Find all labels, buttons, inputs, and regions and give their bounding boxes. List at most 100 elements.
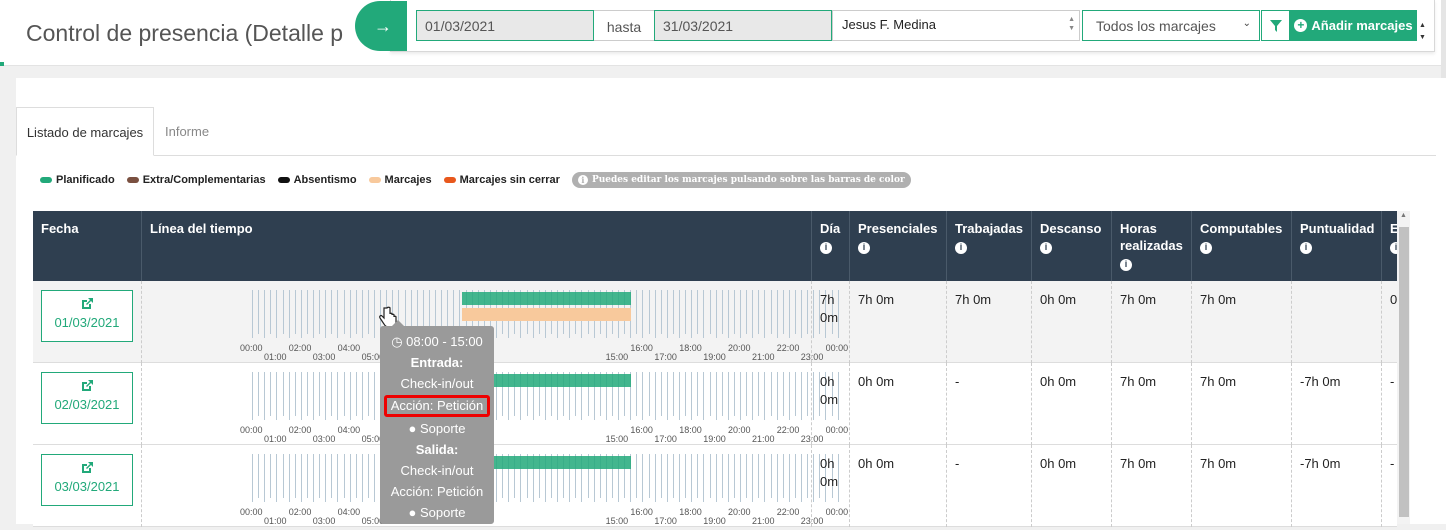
timeline-tick (306, 454, 308, 498)
timeline-tick (252, 290, 253, 338)
timeline-tick (270, 290, 272, 334)
timeline-tick (764, 372, 766, 420)
date-edit-button[interactable]: 01/03/2021 (41, 290, 133, 342)
spinner-icon[interactable]: ▲ ▼ (1068, 15, 1075, 33)
timeline-tick (727, 290, 729, 338)
timeline-tick (343, 372, 345, 416)
cell-presenciales: 0h 0m (849, 445, 946, 527)
cell-fecha: 01/03/2021 (33, 281, 141, 363)
go-button[interactable]: → (355, 1, 407, 51)
timeline-tick (758, 454, 760, 498)
timeline-tick (764, 290, 766, 338)
timeline-tick (672, 454, 674, 498)
timeline-tick (648, 454, 650, 498)
timeline-tick (733, 290, 735, 334)
hour-label: 01:00 (264, 516, 287, 526)
timeline-tick (660, 372, 662, 416)
date-edit-button[interactable]: 03/03/2021 (41, 454, 133, 506)
timeline-tick (319, 454, 321, 498)
timeline-tick (770, 454, 772, 498)
marcajes-bar[interactable] (462, 308, 631, 321)
date-label: 01/03/2021 (54, 315, 120, 330)
legend: Planificado Extra/Complementarias Absent… (40, 172, 911, 188)
date-edit-button[interactable]: 02/03/2021 (41, 372, 133, 424)
right-spinner-icon[interactable]: ▲ ▼ (1419, 20, 1426, 44)
timeline-tick (325, 372, 327, 420)
timeline-tick (740, 454, 741, 502)
timeline-tick (801, 290, 802, 338)
info-icon[interactable]: i (820, 241, 832, 254)
timeline-tick (374, 454, 375, 502)
info-icon[interactable]: i (1200, 241, 1212, 254)
timeline-tick (252, 372, 253, 420)
timeline-tick (288, 290, 290, 338)
timeline-tick (276, 372, 278, 420)
timeline-tick (703, 372, 705, 420)
timeline-tick (642, 454, 644, 502)
add-marcajes-label: Añadir marcajes (1311, 18, 1413, 33)
timeline-tick (654, 290, 656, 338)
timeline-tick (770, 372, 772, 416)
timeline-tick (306, 290, 308, 334)
add-marcajes-button[interactable]: + Añadir marcajes (1290, 10, 1417, 41)
planificado-bar[interactable] (462, 292, 631, 305)
legend-item: Marcajes sin cerrar (443, 174, 560, 186)
timeline-tick (672, 372, 674, 416)
timeline-tick (636, 454, 638, 498)
timeline-tick (721, 290, 723, 334)
legend-item: Planificado (40, 174, 115, 186)
timeline-tick (721, 454, 723, 498)
timeline-tick (270, 454, 272, 498)
info-icon[interactable]: i (1300, 241, 1312, 254)
legend-swatch (368, 177, 381, 183)
employee-select[interactable]: Jesus F. Medina ▲ ▼ (832, 10, 1080, 41)
scroll-up-icon[interactable]: ▲ (1400, 212, 1407, 219)
marcajes-select[interactable]: Todos los marcajes ⌄ (1082, 10, 1260, 41)
timeline-tick (660, 454, 662, 498)
location-pin-icon: ● (408, 505, 417, 520)
col-computables: Computables i (1191, 211, 1291, 281)
hour-label: 17:00 (654, 516, 677, 526)
timeline-tick (752, 454, 754, 502)
table-scrollbar-thumb[interactable] (1399, 227, 1409, 517)
tab-divider (16, 155, 1436, 156)
tab-informe[interactable]: Informe (165, 124, 209, 139)
cell-trabajadas: - (946, 445, 1031, 527)
timeline-tick (703, 454, 705, 502)
timeline-tick (325, 454, 327, 502)
cell-puntualidad: -7h 0m (1291, 445, 1381, 527)
cell-presenciales: 0h 0m (849, 363, 946, 445)
timeline-tick (325, 290, 327, 338)
hour-label: 20:00 (728, 507, 751, 517)
info-icon[interactable]: i (1120, 258, 1132, 271)
timeline-tick (282, 454, 284, 498)
table-row: 01/03/202100:0002:0004:0006:0008:0016:00… (33, 281, 1397, 363)
timeline-tick (746, 372, 748, 416)
tooltip-salida: Salida: (415, 442, 459, 457)
timeline-tick (636, 290, 638, 334)
date-to-input[interactable]: 31/03/2021 (654, 10, 832, 41)
date-from-input[interactable]: 01/03/2021 (416, 10, 594, 41)
filter-button[interactable] (1261, 10, 1290, 41)
info-icon[interactable]: i (955, 241, 967, 254)
cell-extra: - (1381, 445, 1398, 527)
col-trabajadas: Trabajadas i (946, 211, 1031, 281)
timeline-tick (349, 454, 351, 502)
cell-horas: 7h 0m (1111, 445, 1191, 527)
info-icon[interactable]: i (858, 241, 870, 254)
timeline-tick (313, 372, 314, 420)
timeline-tick (721, 372, 723, 416)
timeline-tick (794, 454, 796, 498)
hour-label: 03:00 (312, 516, 336, 526)
legend-swatch (126, 177, 139, 183)
timeline-tick (306, 372, 308, 416)
timeline-tick (654, 372, 656, 420)
timeline-tick (264, 454, 266, 502)
tab-listado[interactable]: Listado de marcajes (16, 107, 154, 156)
timeline-tick (709, 290, 711, 334)
info-icon[interactable]: i (1040, 241, 1052, 254)
timeline-tick (355, 290, 357, 334)
edit-hint-badge: i Puedes editar los marcajes pulsando sob… (571, 172, 911, 188)
timeline-tick (258, 372, 260, 416)
timeline-tick (313, 454, 314, 502)
